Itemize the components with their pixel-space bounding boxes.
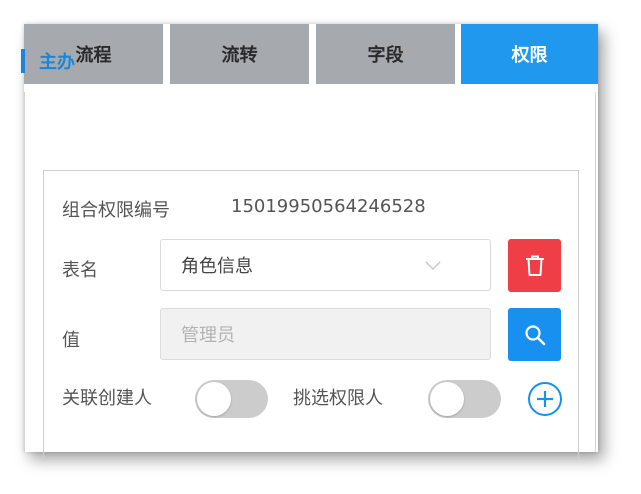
link-creator-toggle[interactable] [195,380,268,418]
table-name-select[interactable]: 角色信息 [160,239,491,291]
chevron-down-icon [425,261,441,271]
tab-flow[interactable]: 流转 [170,24,309,84]
search-button[interactable] [508,308,561,361]
pick-person-label: 挑选权限人 [293,388,383,409]
tab-permissions[interactable]: 权限 [461,24,598,84]
table-name-value: 角色信息 [181,256,253,277]
toggle-knob [197,382,231,416]
plus-circle-icon[interactable] [527,381,563,417]
link-creator-label: 关联创建人 [62,388,152,409]
table-name-label: 表名 [62,260,98,281]
tab-fields[interactable]: 字段 [316,24,455,84]
value-placeholder: 管理员 [181,325,235,346]
section-header: 主办 [21,48,75,74]
combo-id-label: 组合权限编号 [62,200,170,221]
toggle-knob [430,382,464,416]
value-label: 值 [62,330,80,351]
tab-bar: 流程 流转 字段 权限 [24,24,598,84]
trash-icon [525,255,544,276]
value-input[interactable]: 管理员 [160,308,491,360]
combo-id-value: 15019950564246528 [231,196,426,217]
search-icon [524,324,545,345]
pick-person-toggle[interactable] [428,380,501,418]
delete-button[interactable] [508,239,561,292]
section-accent-bar [21,49,25,73]
section-title: 主办 [39,52,75,73]
